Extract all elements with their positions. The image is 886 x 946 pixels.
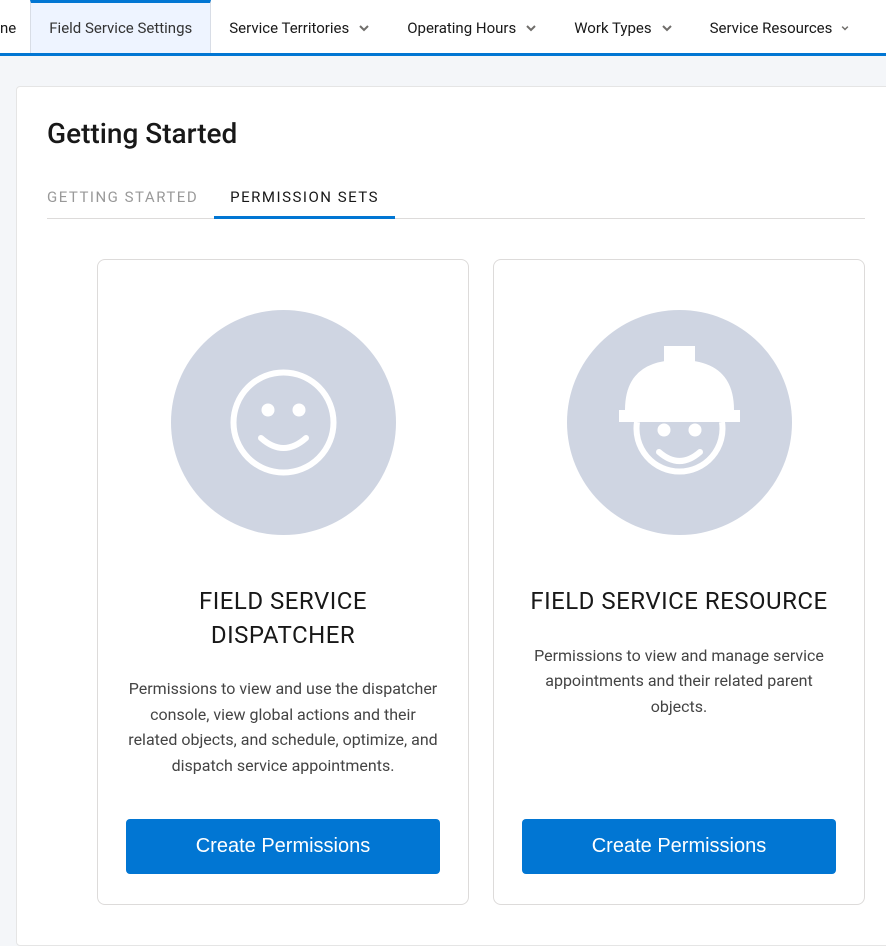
card-description: Permissions to view and manage service a… [522, 643, 836, 779]
permission-cards: FIELD SERVICE DISPATCHER Permissions to … [97, 259, 865, 905]
nav-item-work-types[interactable]: Work Types [556, 0, 691, 53]
content-card: Getting Started GETTING STARTED PERMISSI… [16, 86, 886, 946]
card-dispatcher: FIELD SERVICE DISPATCHER Permissions to … [97, 259, 469, 905]
nav-label: Operating Hours [407, 19, 516, 37]
chevron-down-icon [840, 21, 850, 35]
create-permissions-button[interactable]: Create Permissions [522, 819, 836, 874]
top-navigation: ne Field Service Settings Service Territ… [0, 0, 886, 56]
create-permissions-button[interactable]: Create Permissions [126, 819, 440, 874]
page-title: Getting Started [47, 117, 865, 150]
nav-item-service-resources[interactable]: Service Resources [692, 0, 869, 53]
card-resource: FIELD SERVICE RESOURCE Permissions to vi… [493, 259, 865, 905]
nav-label: ne [0, 19, 16, 37]
tab-label: PERMISSION SETS [230, 188, 379, 206]
chevron-down-icon [524, 21, 538, 35]
dispatcher-smiley-icon [171, 310, 396, 535]
nav-item-field-service-settings[interactable]: Field Service Settings [30, 0, 211, 53]
chevron-down-icon [660, 21, 674, 35]
nav-label: Field Service Settings [49, 19, 192, 37]
nav-item-operating-hours[interactable]: Operating Hours [389, 0, 556, 53]
nav-label: Service Resources [710, 19, 833, 37]
nav-item-home-partial[interactable]: ne [0, 0, 30, 53]
card-description: Permissions to view and use the dispatch… [126, 676, 440, 778]
tab-getting-started[interactable]: GETTING STARTED [47, 178, 214, 218]
nav-label: Work Types [574, 19, 651, 37]
tabs: GETTING STARTED PERMISSION SETS [47, 178, 865, 219]
card-title: FIELD SERVICE RESOURCE [530, 585, 827, 619]
tab-label: GETTING STARTED [47, 188, 198, 206]
card-title: FIELD SERVICE DISPATCHER [126, 585, 440, 652]
nav-label: Service Territories [229, 19, 349, 37]
tab-permission-sets[interactable]: PERMISSION SETS [214, 178, 395, 218]
nav-item-service-territories[interactable]: Service Territories [211, 0, 389, 53]
resource-hardhat-smiley-icon [567, 310, 792, 535]
chevron-down-icon [357, 21, 371, 35]
